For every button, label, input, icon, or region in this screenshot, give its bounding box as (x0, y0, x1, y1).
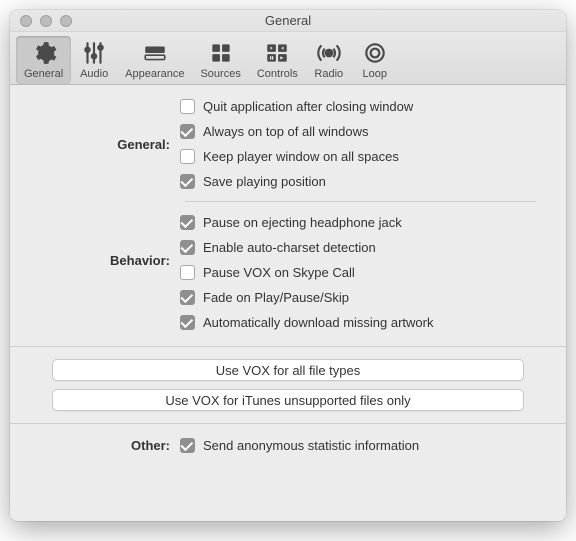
preferences-window: General General Audio Appearance Sourc (10, 10, 566, 521)
option-fade-on-play[interactable]: Fade on Play/Pause/Skip (180, 290, 566, 305)
zoom-window-button[interactable] (60, 15, 72, 27)
tab-label: Audio (80, 68, 108, 80)
option-send-anonymous-stats[interactable]: Send anonymous statistic information (180, 438, 566, 453)
tab-label: Appearance (125, 68, 184, 80)
checkbox[interactable] (180, 99, 195, 114)
option-label: Automatically download missing artwork (203, 315, 433, 330)
radio-icon (314, 40, 344, 66)
minimize-window-button[interactable] (40, 15, 52, 27)
tab-label: General (24, 68, 63, 80)
option-quit-after-close[interactable]: Quit application after closing window (180, 99, 566, 114)
window-title: General (10, 13, 566, 28)
option-label: Pause on ejecting headphone jack (203, 215, 402, 230)
checkbox[interactable] (180, 215, 195, 230)
section-other: Other: Send anonymous statistic informat… (10, 424, 566, 453)
puzzle-icon (206, 40, 236, 66)
option-label: Keep player window on all spaces (203, 149, 399, 164)
tab-label: Controls (257, 68, 298, 80)
use-vox-itunes-unsupported-button[interactable]: Use VOX for iTunes unsupported files onl… (52, 389, 524, 411)
tab-audio[interactable]: Audio (71, 36, 117, 84)
section-body: Pause on ejecting headphone jack Enable … (180, 213, 566, 330)
window-controls (10, 15, 72, 27)
checkbox[interactable] (180, 240, 195, 255)
checkbox[interactable] (180, 124, 195, 139)
checkbox[interactable] (180, 438, 195, 453)
section-general: General: Quit application after closing … (10, 85, 566, 201)
option-label: Pause VOX on Skype Call (203, 265, 355, 280)
option-label: Quit application after closing window (203, 99, 413, 114)
checkbox[interactable] (180, 149, 195, 164)
option-auto-download-artwork[interactable]: Automatically download missing artwork (180, 315, 566, 330)
option-keep-on-all-spaces[interactable]: Keep player window on all spaces (180, 149, 566, 164)
tab-label: Radio (314, 68, 343, 80)
option-save-playing-position[interactable]: Save playing position (180, 174, 566, 189)
option-label: Always on top of all windows (203, 124, 368, 139)
close-window-button[interactable] (20, 15, 32, 27)
gear-icon (29, 40, 59, 66)
option-pause-on-skype[interactable]: Pause VOX on Skype Call (180, 265, 566, 280)
tab-label: Sources (200, 68, 240, 80)
loop-icon (360, 40, 390, 66)
tab-loop[interactable]: Loop (352, 36, 398, 84)
checkbox[interactable] (180, 290, 195, 305)
titlebar: General (10, 10, 566, 32)
tab-appearance[interactable]: Appearance (117, 36, 192, 84)
section-body: Send anonymous statistic information (180, 438, 566, 453)
file-association-buttons: Use VOX for all file types Use VOX for i… (10, 346, 566, 424)
tab-label: Loop (363, 68, 387, 80)
use-vox-all-types-button[interactable]: Use VOX for all file types (52, 359, 524, 381)
checkbox[interactable] (180, 174, 195, 189)
playback-controls-icon (262, 40, 292, 66)
preferences-toolbar: General Audio Appearance Sources Control (10, 32, 566, 85)
checkbox[interactable] (180, 315, 195, 330)
option-always-on-top[interactable]: Always on top of all windows (180, 124, 566, 139)
section-label: Behavior: (10, 213, 180, 330)
option-label: Save playing position (203, 174, 326, 189)
preferences-content: General: Quit application after closing … (10, 85, 566, 521)
checkbox[interactable] (180, 265, 195, 280)
sliders-icon (79, 40, 109, 66)
tab-radio[interactable]: Radio (306, 36, 352, 84)
tab-sources[interactable]: Sources (192, 36, 248, 84)
option-label: Fade on Play/Pause/Skip (203, 290, 349, 305)
option-auto-charset[interactable]: Enable auto-charset detection (180, 240, 566, 255)
section-label: General: (10, 97, 180, 189)
section-label: Other: (10, 438, 180, 453)
appearance-icon (140, 40, 170, 66)
option-pause-on-eject-headphone[interactable]: Pause on ejecting headphone jack (180, 215, 566, 230)
option-label: Enable auto-charset detection (203, 240, 376, 255)
section-body: Quit application after closing window Al… (180, 97, 566, 189)
option-label: Send anonymous statistic information (203, 438, 419, 453)
tab-general[interactable]: General (16, 36, 71, 84)
tab-controls[interactable]: Controls (249, 36, 306, 84)
section-behavior: Behavior: Pause on ejecting headphone ja… (10, 201, 566, 342)
